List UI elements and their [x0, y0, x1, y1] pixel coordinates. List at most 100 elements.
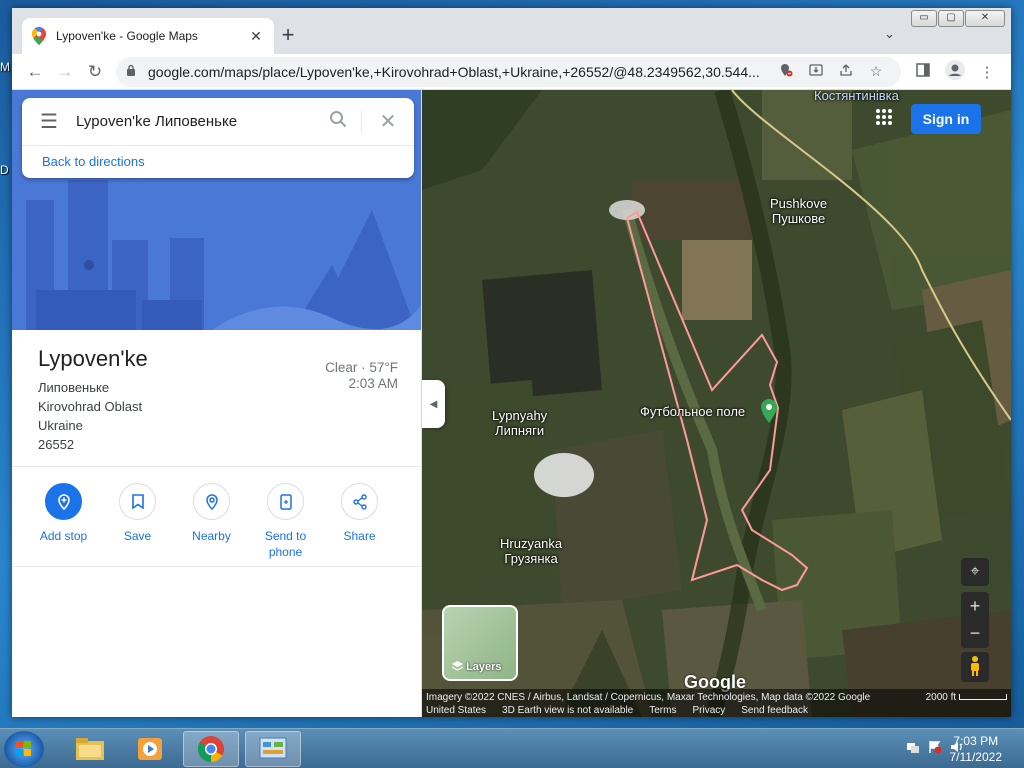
maps-content: ☰ Lypoven'ke Липовеньке ✕ Back to direct… [12, 90, 1011, 717]
map-label-lypnyahy-en: Lypnyahy [492, 408, 548, 423]
forward-button[interactable]: → [50, 58, 80, 86]
weather-info: Clear · 57°F 2:03 AM [325, 360, 398, 392]
address-line: Ukraine [38, 418, 83, 433]
zoom-controls: + − [961, 592, 989, 648]
map-label-football-field[interactable]: Футбольное поле [640, 404, 745, 419]
my-location-button[interactable]: ⌖ [961, 558, 989, 586]
map-label-lypnyahy-uk: Липняги [495, 423, 545, 438]
weather-conditions: Clear · 57°F [325, 360, 398, 375]
search-icon[interactable] [314, 110, 362, 133]
back-to-directions-link[interactable]: Back to directions [22, 146, 414, 177]
imagery-attribution: Imagery ©2022 CNES / Airbus, Landsat / C… [426, 692, 871, 703]
profile-avatar-icon[interactable] [939, 59, 971, 84]
side-panel: ☰ Lypoven'ke Липовеньке ✕ Back to direct… [12, 90, 422, 717]
map-label-hruzyanka[interactable]: Hruzyanka Грузянка [500, 536, 562, 566]
phone-icon [267, 483, 304, 520]
share-button[interactable]: Share [332, 483, 387, 560]
satellite-map[interactable]: Костянтинівка Pushkove Пушкове Lypnyahy … [422, 90, 1011, 717]
clock-time: 7:03 PM [953, 734, 999, 748]
install-app-icon[interactable] [801, 63, 831, 80]
lock-icon[interactable] [126, 64, 138, 79]
map-label-pushkove-uk: Пушкове [771, 211, 826, 226]
add-stop-button[interactable]: Add stop [36, 483, 91, 560]
country-link[interactable]: United States [426, 704, 486, 717]
search-input[interactable]: Lypoven'ke Липовеньке [76, 113, 314, 130]
action-label: Nearby [192, 529, 231, 543]
add-stop-icon [45, 483, 82, 520]
map-label-pushkove[interactable]: Pushkove Пушкове [770, 196, 827, 226]
street-view-pegman-icon[interactable] [961, 652, 989, 682]
start-button[interactable] [4, 731, 44, 767]
tab-google-maps[interactable]: Lypoven'ke - Google Maps ✕ [22, 18, 274, 54]
map-label-pushkove-en: Pushkove [770, 196, 828, 211]
maximize-button[interactable]: ▢ [938, 10, 964, 27]
bookmark-icon [119, 483, 156, 520]
address-line: Kirovohrad Oblast [38, 399, 143, 414]
desktop-label-d: D [0, 163, 9, 177]
back-button[interactable]: ← [20, 58, 50, 86]
new-tab-button[interactable]: + [274, 22, 302, 50]
layers-toggle[interactable]: Layers [442, 605, 518, 681]
map-label-kostiantynivka[interactable]: Костянтинівка [814, 90, 899, 103]
send-feedback-link[interactable]: Send feedback [741, 704, 808, 717]
kebab-menu-icon[interactable]: ⋮ [971, 63, 1003, 81]
layers-label: Layers [451, 661, 502, 673]
map-label-lypnyahy[interactable]: Lypnyahy Липняги [492, 408, 547, 438]
divider [12, 466, 421, 467]
clock[interactable]: 7:03 PM 7/11/2022 [950, 733, 1003, 765]
action-label: Add stop [39, 529, 88, 543]
search-box: ☰ Lypoven'ke Липовеньке ✕ Back to direct… [22, 98, 414, 178]
send-to-phone-button[interactable]: Send to phone [258, 483, 313, 560]
address-line: 26552 [38, 437, 75, 452]
tab-strip: Lypoven'ke - Google Maps ✕ + ⌄ ▭ ▢ ✕ [12, 8, 1011, 54]
reload-button[interactable]: ↻ [80, 58, 110, 86]
action-label: Share [343, 529, 376, 543]
place-marker-icon[interactable] [760, 399, 778, 423]
control-panel-icon[interactable] [245, 731, 301, 767]
taskbar: 7:03 PM 7/11/2022 [0, 728, 1024, 768]
network-icon[interactable] [906, 740, 920, 757]
attribution-bar: Imagery ©2022 CNES / Airbus, Landsat / C… [422, 689, 1011, 717]
action-label: Send to phone [264, 529, 307, 559]
tab-title: Lypoven'ke - Google Maps [56, 29, 198, 43]
window-controls: ▭ ▢ ✕ [911, 10, 1005, 27]
side-panel-icon[interactable] [907, 62, 939, 81]
scale-bar[interactable]: 2000 ft [926, 691, 1007, 704]
file-explorer-icon[interactable] [62, 731, 118, 767]
place-details: Lypoven'ke Липовеньке Kirovohrad Oblast … [12, 330, 421, 470]
zoom-out-button[interactable]: − [961, 620, 989, 648]
sign-in-button[interactable]: Sign in [911, 104, 981, 134]
chrome-icon[interactable] [183, 731, 239, 767]
3d-view-note: 3D Earth view is not available [502, 705, 634, 716]
share-icon[interactable] [831, 63, 861, 80]
nearby-button[interactable]: Nearby [184, 483, 239, 560]
divider [12, 566, 421, 567]
close-window-button[interactable]: ✕ [965, 10, 1005, 27]
url-text[interactable]: google.com/maps/place/Lypoven'ke,+Kirovo… [148, 64, 771, 80]
action-label: Save [123, 529, 152, 543]
media-player-icon[interactable] [122, 731, 178, 767]
terms-link[interactable]: Terms [649, 704, 676, 717]
desktop-label-m: M [0, 60, 10, 74]
zoom-in-button[interactable]: + [961, 592, 989, 620]
collapse-panel-button[interactable]: ◀ [422, 380, 445, 428]
browser-toolbar: ← → ↻ google.com/maps/place/Lypoven'ke,+… [12, 54, 1011, 90]
minimize-button[interactable]: ▭ [911, 10, 937, 27]
save-button[interactable]: Save [110, 483, 165, 560]
share-icon [341, 483, 378, 520]
map-label-hruzyanka-en: Hruzyanka [500, 536, 563, 551]
address-bar[interactable]: google.com/maps/place/Lypoven'ke,+Kirovo… [116, 56, 901, 87]
action-row: Add stop Save Nearby Send to phone Share [36, 483, 387, 560]
tab-search-chevron-icon[interactable]: ⌄ [884, 26, 895, 42]
bookmark-star-icon[interactable]: ☆ [861, 63, 891, 80]
action-center-flag-icon[interactable] [928, 740, 942, 757]
google-maps-icon [32, 27, 46, 45]
layers-icon [451, 661, 464, 671]
tab-close-icon[interactable]: ✕ [248, 28, 264, 45]
menu-icon[interactable]: ☰ [22, 109, 76, 134]
google-apps-icon[interactable] [875, 108, 893, 131]
close-icon[interactable]: ✕ [362, 109, 414, 134]
privacy-link[interactable]: Privacy [692, 704, 725, 717]
location-blocked-icon[interactable] [771, 63, 801, 80]
local-time: 2:03 AM [348, 376, 398, 391]
